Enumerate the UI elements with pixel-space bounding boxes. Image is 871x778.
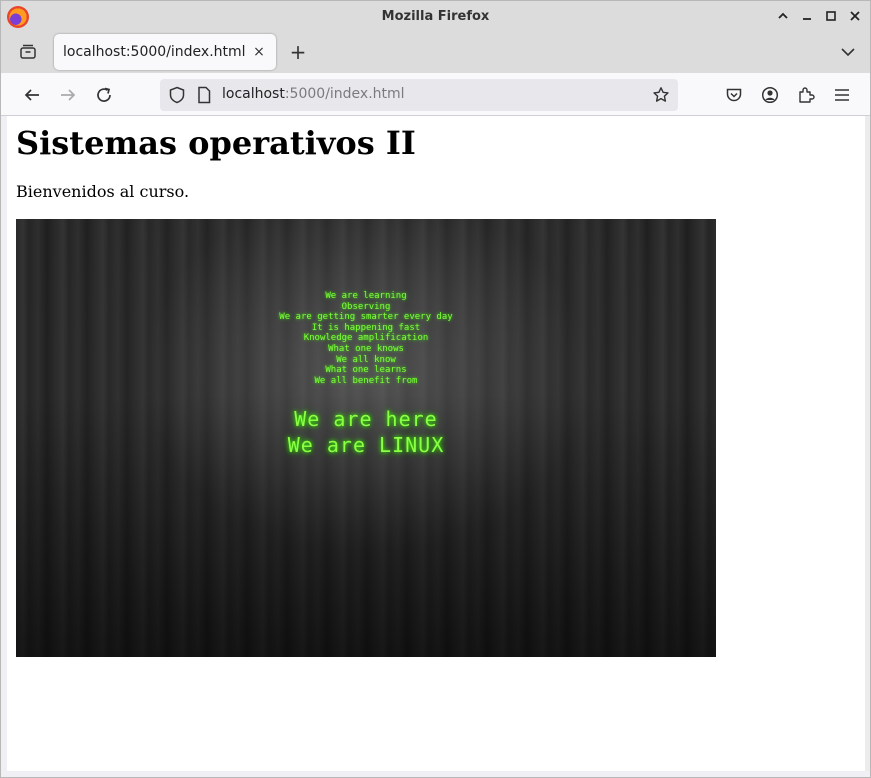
tab-active[interactable]: localhost:5000/index.html × [54,34,276,70]
forward-arrow-icon [61,89,76,101]
list-all-tabs-button[interactable] [838,42,858,62]
scroll-up-icon[interactable] [776,7,790,25]
window-right-edge [865,116,870,771]
chevron-down-icon [841,48,855,57]
menu-button[interactable] [831,84,853,106]
url-path: :5000/index.html [284,86,405,102]
tab-title: localhost:5000/index.html [63,44,246,60]
page-heading: Sistemas operativos II [16,124,416,162]
address-bar[interactable]: localhost:5000/index.html [160,79,678,111]
image-verse-line: It is happening fast [311,322,421,333]
image-verse-line: We are getting smarter every day [279,312,453,323]
puzzle-icon [799,87,815,103]
url-host: localhost [222,86,285,102]
maximize-button[interactable] [824,7,838,25]
image-verse-line: What one knows [328,343,404,354]
close-window-button[interactable] [848,7,862,25]
linux-wallpaper-image: We are learning Observing We are getting… [16,219,716,657]
browser-window: Mozilla Firefox localhost:5000/index.htm… [0,0,871,778]
image-verse-line: What one learns [325,365,407,376]
tab-close-button[interactable]: × [250,43,268,61]
url-text[interactable]: localhost:5000/index.html [222,86,405,102]
account-button[interactable] [759,84,781,106]
firefox-logo-icon [7,6,29,28]
bookmark-star-icon[interactable] [652,86,670,104]
nav-bar: localhost:5000/index.html [1,73,870,116]
shield-icon[interactable] [168,86,186,104]
pocket-button[interactable] [723,84,745,106]
pocket-icon [726,88,742,102]
extensions-button[interactable] [795,84,817,106]
image-verse-line: We are learning [325,291,407,301]
image-headline-line: We are here [294,407,438,431]
reload-button[interactable] [93,84,115,106]
page-icon[interactable] [196,86,212,104]
image-verse-line: We all know [336,354,396,365]
page-paragraph: Bienvenidos al curso. [16,182,190,201]
forward-button[interactable] [57,84,79,106]
image-verse-line: Observing [341,301,391,312]
hamburger-menu-icon [835,89,849,101]
image-verse-lines: We are learning Observing We are getting… [16,291,716,386]
window-title: Mozilla Firefox [381,8,490,24]
account-icon [761,86,779,104]
back-arrow-icon [24,89,39,101]
window-controls [776,7,862,25]
title-bar: Mozilla Firefox [1,1,870,31]
image-verse-line: We all benefit from [314,375,418,386]
firefox-view-button[interactable] [15,40,41,64]
new-tab-button[interactable]: + [287,40,309,64]
image-headline: We are here We are LINUX [16,406,716,458]
image-headline-line: We are LINUX [287,433,445,457]
tab-bar: localhost:5000/index.html × + [1,31,870,73]
back-button[interactable] [21,84,43,106]
page-content: Sistemas operativos II Bienvenidos al cu… [7,116,865,771]
reload-icon [97,87,111,102]
minimize-button[interactable] [800,7,814,25]
image-verse-line: Knowledge amplification [303,333,429,344]
tab-list-icon [20,44,36,59]
